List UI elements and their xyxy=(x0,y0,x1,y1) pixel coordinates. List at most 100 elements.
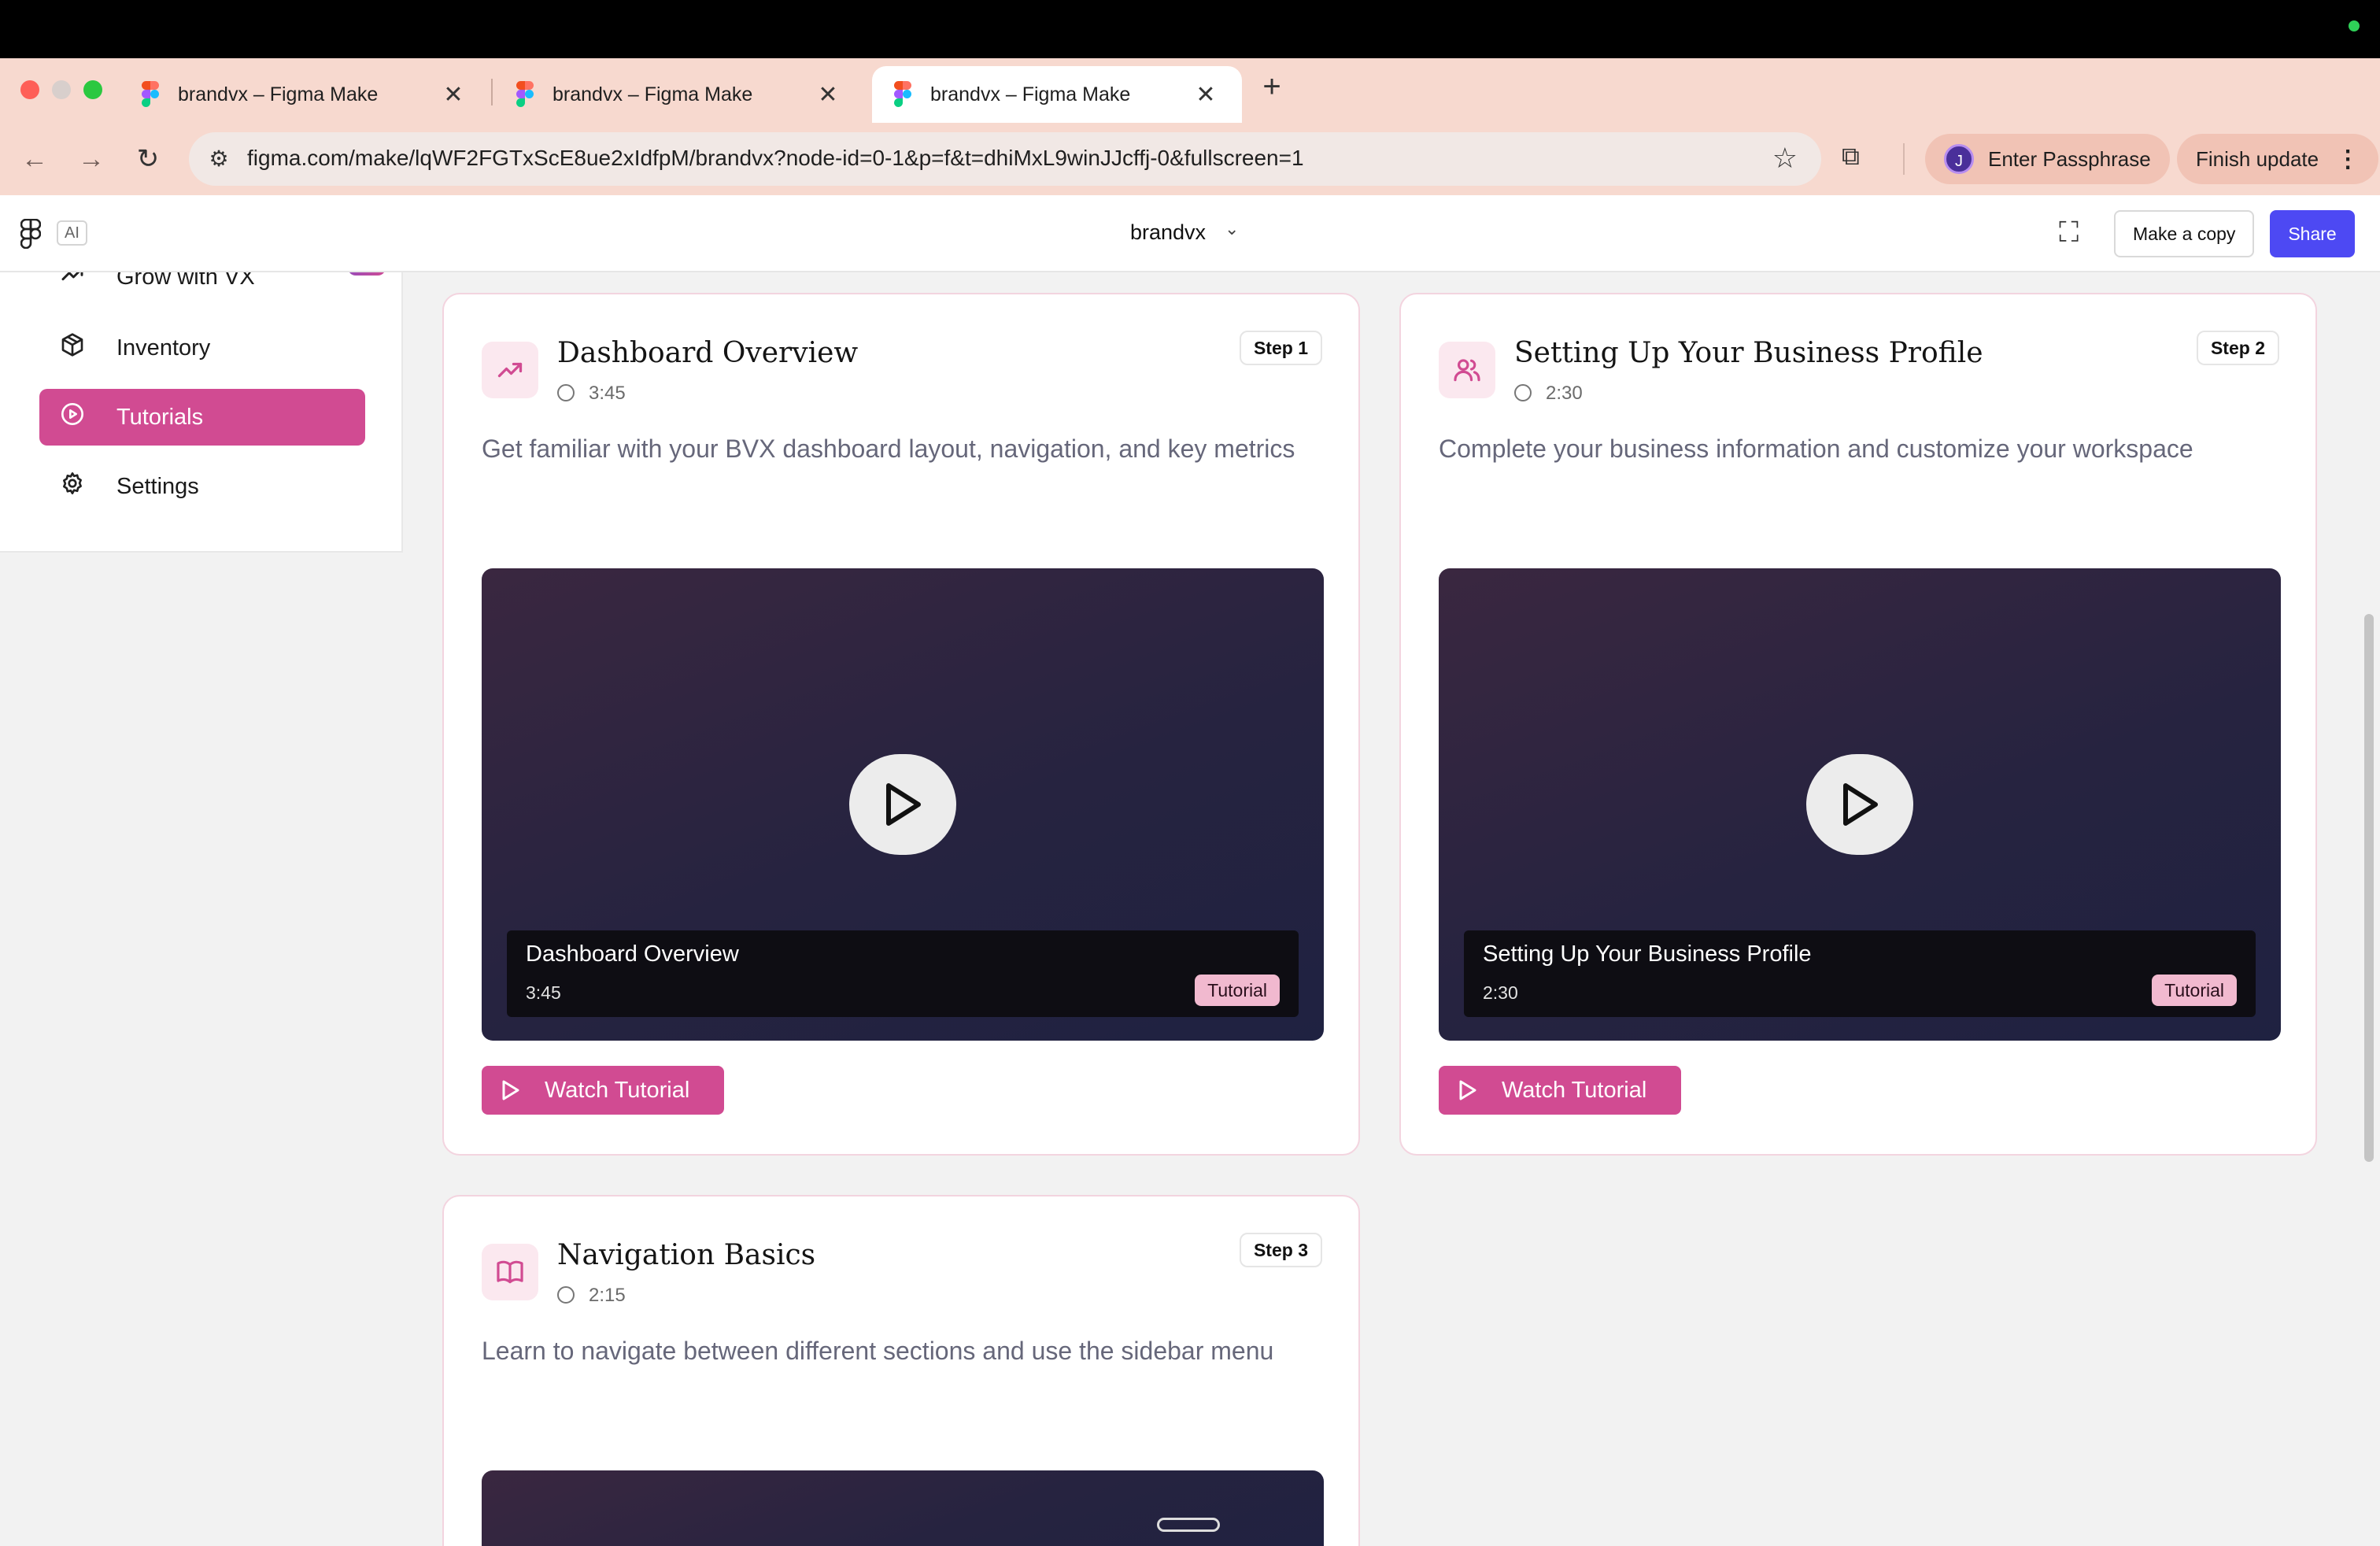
video-title: Dashboard Overview xyxy=(526,941,739,967)
watch-tutorial-label: Watch Tutorial xyxy=(545,1077,690,1103)
clock-icon xyxy=(1514,384,1532,401)
site-settings-icon[interactable]: ⚙ xyxy=(205,145,233,173)
tutorial-duration: 2:15 xyxy=(557,1285,626,1307)
figma-icon xyxy=(516,81,534,108)
duration-text: 3:45 xyxy=(589,383,626,404)
crown-icon: ♛ xyxy=(348,272,386,276)
status-dot xyxy=(2349,20,2360,31)
clock-icon xyxy=(557,1286,575,1304)
reload-icon[interactable]: ↻ xyxy=(129,140,167,178)
figma-make-header: AI brandvx ⌄ ⛶ Make a copy Share xyxy=(0,195,2380,272)
toolbar-divider xyxy=(1903,143,1905,175)
sidebar: Grow with VX ♛ Inventory Tutorials Sett xyxy=(0,272,403,553)
video-player[interactable]: Setting Up Your Business Profile 2:30 Tu… xyxy=(1439,568,2281,1041)
duration-text: 2:15 xyxy=(589,1285,626,1306)
sidebar-item-label: Grow with VX xyxy=(116,272,255,290)
minimize-window-button[interactable] xyxy=(52,80,71,99)
forward-arrow-icon[interactable]: → xyxy=(72,140,110,178)
ai-badge[interactable]: AI xyxy=(57,220,87,246)
users-icon xyxy=(1439,342,1495,398)
new-tab-button[interactable]: + xyxy=(1256,69,1288,105)
browser-toolbar: ← → ↻ ⚙ figma.com/make/lqWF2FGTxScE8ue2x… xyxy=(0,123,2380,195)
watch-tutorial-label: Watch Tutorial xyxy=(1502,1077,1647,1103)
browser-tab[interactable]: brandvx – Figma Make ✕ xyxy=(120,66,490,123)
step-badge: Step 2 xyxy=(2196,331,2279,365)
tab-title: brandvx – Figma Make xyxy=(178,83,379,105)
tutorial-duration: 3:45 xyxy=(557,383,626,405)
video-title: Setting Up Your Business Profile xyxy=(1483,941,1812,967)
sidebar-item-settings[interactable]: Settings xyxy=(39,458,365,515)
figma-icon xyxy=(142,81,159,108)
tutorial-description: Learn to navigate between different sect… xyxy=(482,1337,1274,1365)
trending-up-icon xyxy=(482,342,538,398)
url-text[interactable]: figma.com/make/lqWF2FGTxScE8ue2xIdfpM/br… xyxy=(247,146,1304,171)
close-tab-icon[interactable]: ✕ xyxy=(439,81,468,109)
tutorial-card: Setting Up Your Business Profile 2:30 St… xyxy=(1399,293,2317,1156)
close-tab-icon[interactable]: ✕ xyxy=(1192,81,1220,109)
book-icon xyxy=(482,1244,538,1300)
app-content: Grow with VX ♛ Inventory Tutorials Sett xyxy=(0,272,2380,1546)
more-vertical-icon[interactable]: ⋮ xyxy=(2336,146,2360,173)
tutorial-title: Dashboard Overview xyxy=(557,337,859,369)
video-player[interactable]: Dashboard Overview 3:45 Tutorial xyxy=(482,568,1324,1041)
maximize-window-button[interactable] xyxy=(83,80,102,99)
browser-tab-strip: brandvx – Figma Make ✕ brandvx – Figma M… xyxy=(0,58,2380,123)
box-icon xyxy=(57,332,88,364)
tutorial-title: Navigation Basics xyxy=(557,1239,816,1271)
play-button[interactable] xyxy=(1806,754,1913,855)
address-bar[interactable]: ⚙ figma.com/make/lqWF2FGTxScE8ue2xIdfpM/… xyxy=(189,132,1821,186)
frame-select-icon[interactable]: ⛶ xyxy=(2059,216,2079,250)
sidebar-item-inventory[interactable]: Inventory xyxy=(39,320,365,376)
duration-text: 2:30 xyxy=(1546,383,1583,404)
finish-update-button[interactable]: Finish update ⋮ xyxy=(2177,134,2379,184)
passphrase-button[interactable]: J Enter Passphrase xyxy=(1925,134,2170,184)
browser-tab[interactable]: brandvx – Figma Make ✕ xyxy=(494,66,864,123)
close-tab-icon[interactable]: ✕ xyxy=(814,81,842,109)
finish-update-label: Finish update xyxy=(2196,146,2319,171)
tutorial-description: Complete your business information and c… xyxy=(1439,435,2193,463)
video-caption-bar: Setting Up Your Business Profile 2:30 Tu… xyxy=(1464,930,2256,1017)
step-badge: Step 1 xyxy=(1239,331,1322,365)
figma-logo-icon[interactable] xyxy=(20,218,44,250)
clock-icon xyxy=(557,384,575,401)
trending-up-icon xyxy=(57,272,88,293)
tutorial-card: Navigation Basics 2:15 Step 3 Learn to n… xyxy=(442,1195,1360,1546)
chevron-down-icon[interactable]: ⌄ xyxy=(1225,219,1239,239)
video-player[interactable] xyxy=(482,1470,1324,1546)
figma-icon xyxy=(894,81,911,108)
close-window-button[interactable] xyxy=(20,80,39,99)
back-arrow-icon[interactable]: ← xyxy=(16,140,54,178)
play-icon xyxy=(886,783,921,826)
video-caption-bar: Dashboard Overview 3:45 Tutorial xyxy=(507,930,1299,1017)
page-scrollbar[interactable] xyxy=(2364,614,2374,1162)
play-circle-icon xyxy=(57,401,88,433)
gear-icon xyxy=(57,471,88,502)
tutorial-title: Setting Up Your Business Profile xyxy=(1514,337,1983,369)
tutorial-tag: Tutorial xyxy=(2152,975,2237,1006)
bookmark-star-icon[interactable]: ☆ xyxy=(1772,142,1798,175)
play-icon xyxy=(1459,1080,1476,1100)
sidebar-item-label: Settings xyxy=(116,473,199,499)
tutorial-tag: Tutorial xyxy=(1195,975,1280,1006)
watch-tutorial-button[interactable]: Watch Tutorial xyxy=(482,1066,724,1115)
file-name[interactable]: brandvx xyxy=(1130,220,1206,245)
play-icon xyxy=(1843,783,1878,826)
sidebar-item-label: Tutorials xyxy=(116,404,204,430)
tab-title: brandvx – Figma Make xyxy=(930,83,1131,105)
tutorial-description: Get familiar with your BVX dashboard lay… xyxy=(482,435,1295,463)
tab-title: brandvx – Figma Make xyxy=(552,83,753,105)
play-icon xyxy=(502,1080,519,1100)
video-duration: 3:45 xyxy=(526,982,561,1003)
sidebar-item-grow[interactable]: Grow with VX ♛ xyxy=(39,272,386,305)
make-copy-button[interactable]: Make a copy xyxy=(2114,210,2255,257)
browser-tab-active[interactable]: brandvx – Figma Make ✕ xyxy=(872,66,1242,123)
screen-search-icon[interactable]: ⧉ xyxy=(1842,142,1860,172)
play-button[interactable] xyxy=(849,754,956,855)
sidebar-item-label: Inventory xyxy=(116,335,211,361)
video-duration: 2:30 xyxy=(1483,982,1518,1003)
share-button[interactable]: Share xyxy=(2270,210,2355,257)
sidebar-item-tutorials[interactable]: Tutorials xyxy=(39,389,365,446)
tutorial-duration: 2:30 xyxy=(1514,383,1583,405)
watch-tutorial-button[interactable]: Watch Tutorial xyxy=(1439,1066,1681,1115)
tutorial-card: Dashboard Overview 3:45 Step 1 Get famil… xyxy=(442,293,1360,1156)
